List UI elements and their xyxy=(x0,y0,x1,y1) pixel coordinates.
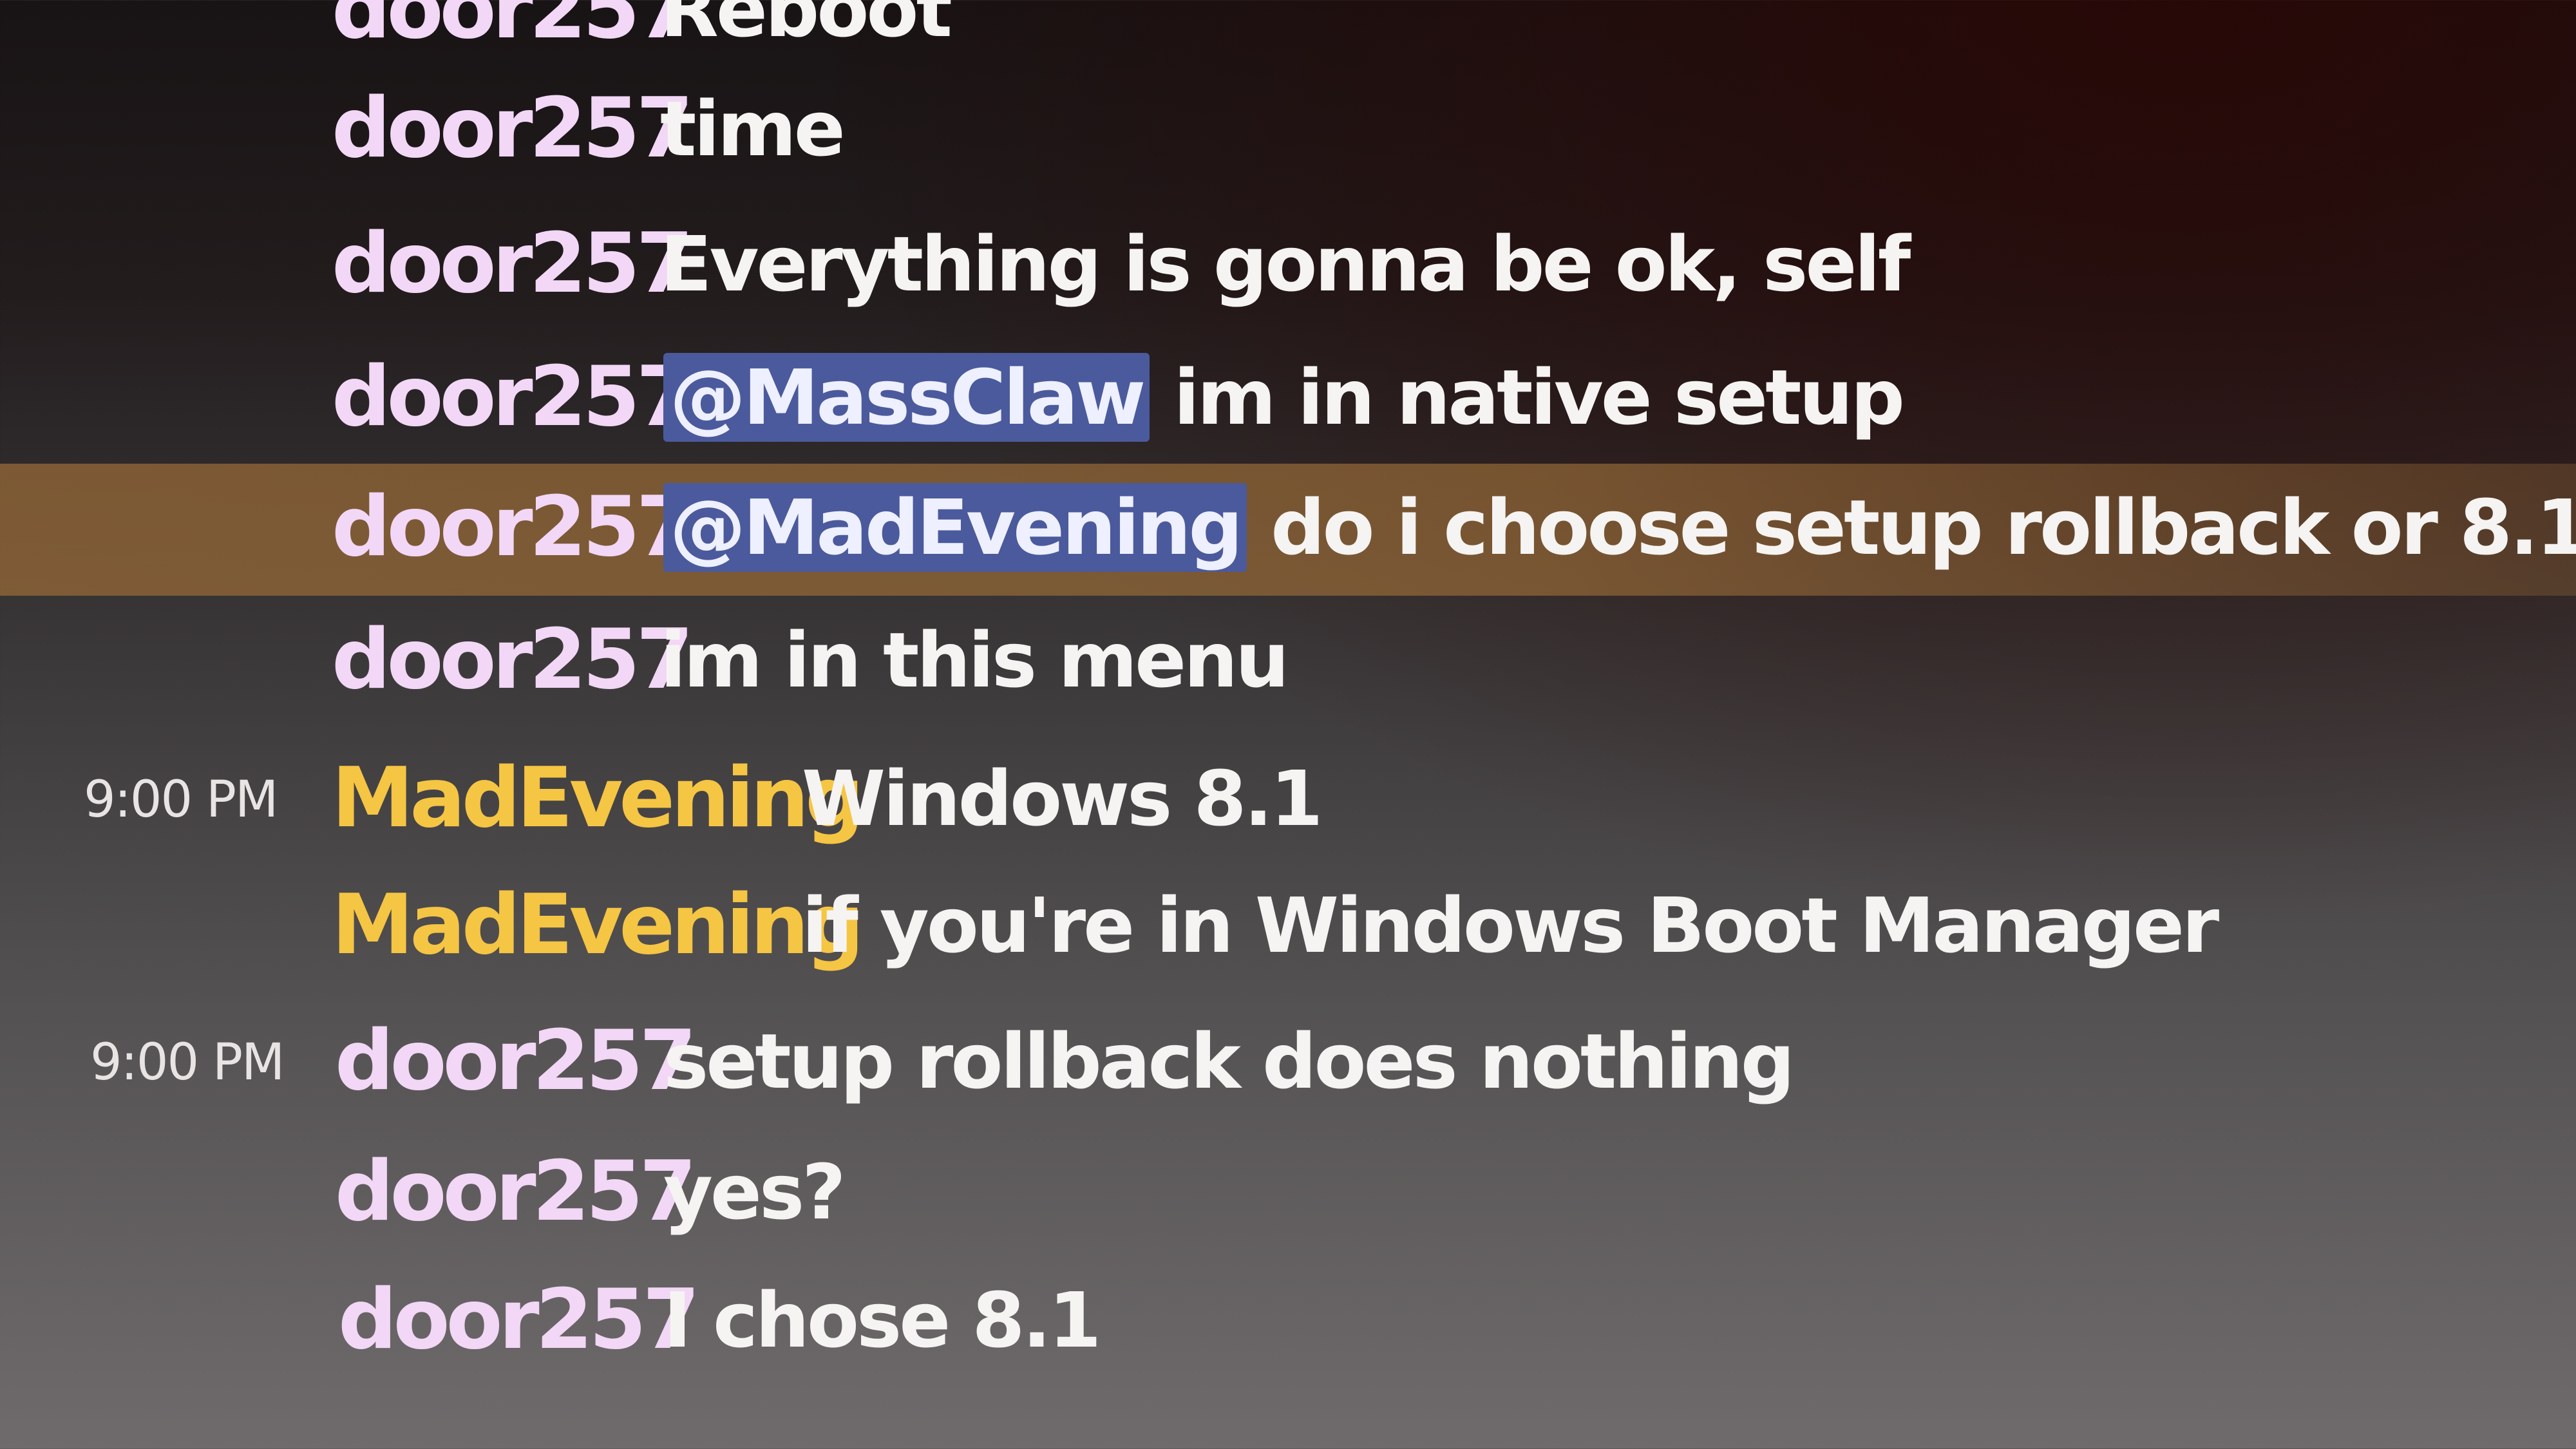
message-row: door257 Everything is gonna be ok, self xyxy=(0,203,2576,335)
timestamp: 9:00 PM xyxy=(90,1034,285,1092)
message-row: 9:00 PM MadEvening Windows 8.1 xyxy=(0,731,2576,863)
username[interactable]: door257 xyxy=(332,479,694,575)
username[interactable]: door257 xyxy=(332,612,694,708)
message-text: Windows 8.1 xyxy=(802,754,1323,843)
message-row-highlighted: door257 @MadEvening do i choose setup ro… xyxy=(0,464,2576,596)
message-text: if you're in Windows Boot Manager xyxy=(802,881,2219,970)
user-mention[interactable]: @MassClaw xyxy=(663,353,1150,442)
username[interactable]: MadEvening xyxy=(332,877,864,973)
message-text: Reboot xyxy=(660,0,952,54)
username[interactable]: door257 xyxy=(332,216,694,312)
message-row: MadEvening if you're in Windows Boot Man… xyxy=(0,863,2576,995)
message-body: im in native setup xyxy=(1173,353,1905,442)
user-mention[interactable]: @MadEvening xyxy=(663,483,1247,572)
message-row: 9:00 PM door257 setup rollback does noth… xyxy=(0,995,2576,1127)
username[interactable]: door257 xyxy=(335,1144,697,1240)
message-text: @MassClaw im in native setup xyxy=(663,353,1905,442)
username[interactable]: door257 xyxy=(335,1013,697,1109)
timestamp: 9:00 PM xyxy=(84,771,278,829)
message-text: time xyxy=(660,84,846,173)
username[interactable]: door257 xyxy=(332,0,694,57)
message-text: im in this menu xyxy=(660,616,1289,705)
message-text: Everything is gonna be ok, self xyxy=(660,220,1911,308)
message-row: door257 time xyxy=(0,68,2576,200)
chat-messages: door257 Reboot door257 time door257 Ever… xyxy=(0,0,2576,1449)
message-text: yes? xyxy=(663,1148,846,1236)
username[interactable]: MadEvening xyxy=(332,750,864,846)
message-row: door257 @MassClaw im in native setup xyxy=(0,335,2576,467)
message-row: door257 Reboot xyxy=(0,0,2576,57)
username[interactable]: door257 xyxy=(332,349,694,445)
message-text: setup rollback does nothing xyxy=(663,1017,1795,1106)
message-row: door257 im in this menu xyxy=(0,599,2576,731)
message-row: door257 I chose 8.1 xyxy=(0,1259,2576,1391)
message-body: do i choose setup rollback or 8.1? xyxy=(1271,483,2576,572)
message-text: @MadEvening do i choose setup rollback o… xyxy=(663,483,2576,572)
message-row: door257 yes? xyxy=(0,1127,2576,1259)
username[interactable]: door257 xyxy=(338,1272,700,1368)
message-text: I chose 8.1 xyxy=(663,1276,1101,1365)
username[interactable]: door257 xyxy=(332,80,694,176)
